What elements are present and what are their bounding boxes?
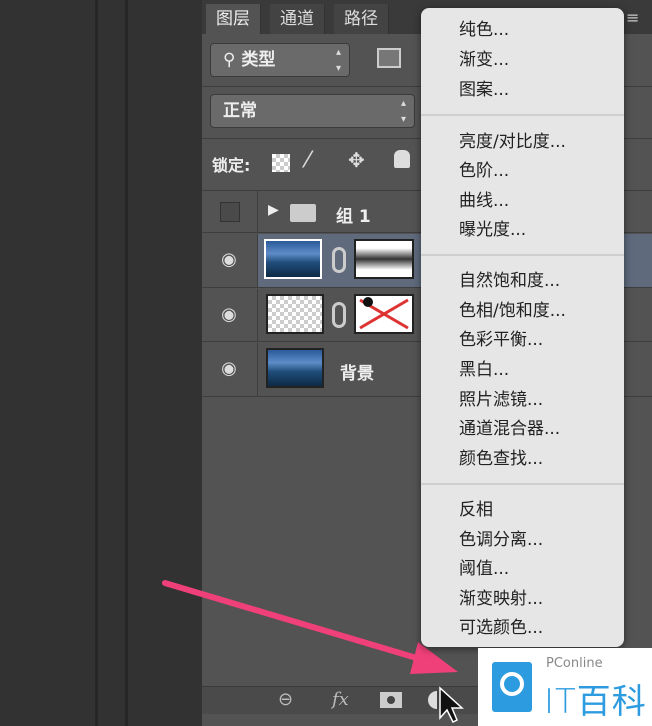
menu-item-hue-saturation[interactable]: 色相/饱和度...	[459, 301, 566, 321]
menu-item-invert[interactable]: 反相	[459, 500, 493, 520]
menu-item-color-balance[interactable]: 色彩平衡...	[459, 330, 543, 350]
menu-item-curves[interactable]: 曲线...	[459, 191, 509, 211]
menu-item-photo-filter[interactable]: 照片滤镜...	[459, 390, 543, 410]
menu-item-selective-color[interactable]: 可选颜色...	[459, 618, 543, 638]
watermark-logo: PConline IT百科	[478, 648, 652, 726]
menu-item-color-lookup[interactable]: 颜色查找...	[459, 449, 543, 469]
menu-item-black-white[interactable]: 黑白...	[459, 360, 509, 380]
menu-item-exposure[interactable]: 曝光度...	[459, 220, 526, 240]
menu-item-solid-color[interactable]: 纯色...	[459, 20, 509, 40]
menu-item-gradient[interactable]: 渐变...	[459, 50, 509, 70]
adjustment-layer-menu: 纯色... 渐变... 图案... 亮度/对比度... 色阶... 曲线... …	[421, 8, 624, 647]
cursor-icon	[439, 686, 464, 724]
watermark-name: IT百科	[544, 682, 647, 722]
watermark-brand: PConline	[546, 656, 603, 671]
menu-item-pattern[interactable]: 图案...	[459, 80, 509, 100]
menu-item-posterize[interactable]: 色调分离...	[459, 530, 543, 550]
menu-item-gradient-map[interactable]: 渐变映射...	[459, 589, 543, 609]
menu-item-vibrance[interactable]: 自然饱和度...	[459, 271, 560, 291]
menu-item-threshold[interactable]: 阈值...	[459, 559, 509, 579]
menu-item-channel-mixer[interactable]: 通道混合器...	[459, 419, 560, 439]
menu-item-levels[interactable]: 色阶...	[459, 161, 509, 181]
logo-search-icon	[492, 662, 532, 712]
menu-item-brightness-contrast[interactable]: 亮度/对比度...	[459, 132, 566, 152]
